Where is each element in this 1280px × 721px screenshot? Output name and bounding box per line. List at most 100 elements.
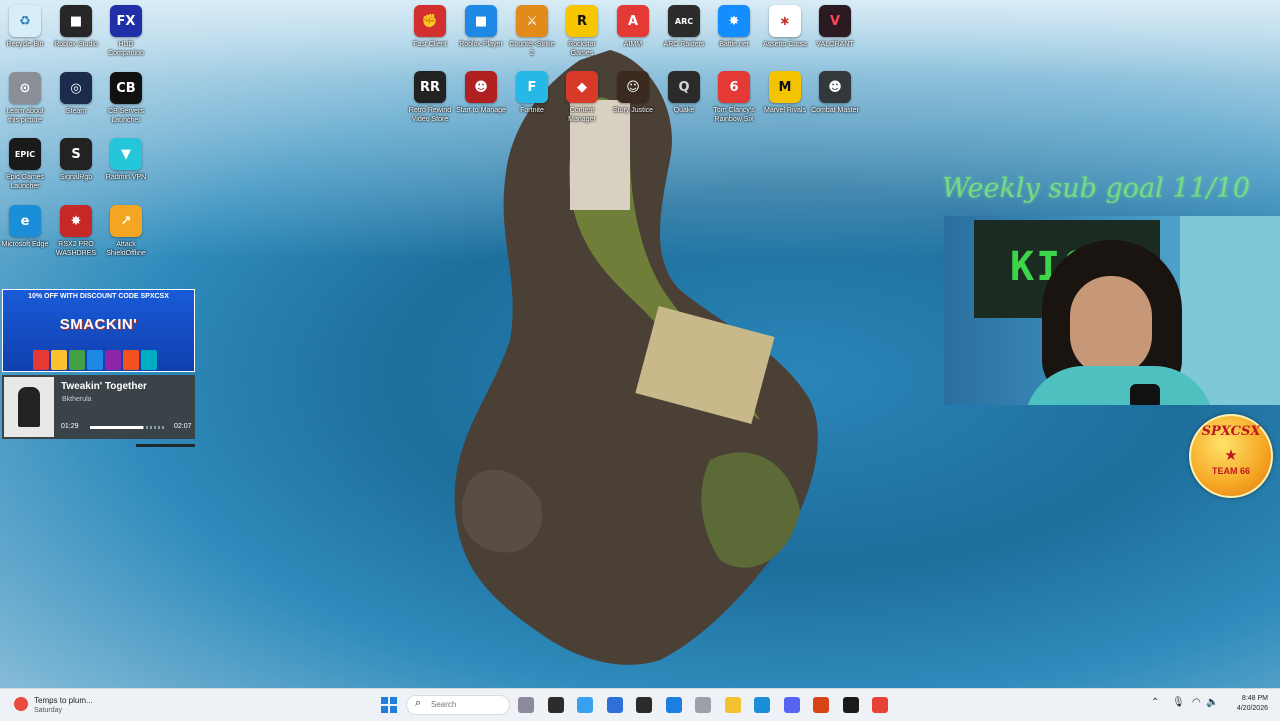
weather-text: Temps to plum... (34, 696, 93, 705)
album-art (4, 377, 54, 437)
radmin-vpn-icon: ▼ (110, 138, 142, 170)
desktop-icon-fast-client[interactable]: ✊ Fast Client (405, 5, 455, 49)
desktop-icon-roblox-studio[interactable]: ■ Roblox Studio (51, 5, 101, 49)
discord-icon[interactable] (783, 697, 800, 713)
desktop-icon-rainbow-six[interactable]: 6 Tom Clancy's Rainbow Six (709, 71, 759, 124)
epic-games-icon: EPIC (9, 138, 41, 170)
aimm-icon: A (617, 5, 649, 37)
desktop-icon-rockstar[interactable]: R Rockstar Games (557, 5, 607, 58)
desktop-icon-arc-raiders[interactable]: ARC ARC Raiders (659, 5, 709, 49)
marvel-rivals-icon: M (769, 71, 801, 103)
desktop-icon-attack-shield[interactable]: ↗ Attack ShieldOffline (101, 205, 151, 258)
app-icon[interactable] (636, 697, 652, 713)
desktop-icon-hud-companion[interactable]: FX HUD Companion (101, 5, 151, 58)
weather-icon (14, 697, 28, 711)
progress-fill (90, 426, 144, 429)
retro-rewind-icon: RR (414, 71, 446, 103)
badge-team: TEAM 66 (1211, 466, 1250, 476)
rockstar-icon: R (566, 5, 598, 37)
total-time: 02:07 (174, 423, 192, 430)
chrome-icon[interactable] (872, 697, 888, 713)
widget-underbar (136, 444, 195, 447)
start-button[interactable] (381, 697, 397, 713)
team-badge: SPXCSX ★ TEAM 66 (1189, 414, 1273, 498)
desktop-icon-battle-net[interactable]: ✸ Battle.net (709, 5, 759, 49)
desktop-icon-steam[interactable]: ◎ Steam (51, 72, 101, 116)
roblox-player-icon: ■ (465, 5, 497, 37)
clock[interactable]: 8:48 PM 4/20/2026 (1224, 694, 1268, 714)
roblox-studio-icon: ■ (60, 5, 92, 37)
clock-time: 8:48 PM (1241, 695, 1268, 702)
weather-subtext: Saturday (34, 707, 63, 714)
start-manage-icon: ☻ (465, 71, 497, 103)
webcam-feed: KICK (944, 216, 1280, 405)
desktop-icon-quake[interactable]: Q Quake (659, 71, 709, 115)
room-door (1180, 216, 1280, 405)
search-placeholder: Search (431, 700, 457, 709)
fortnite-icon: F (516, 71, 548, 103)
epic-taskbar-icon[interactable] (842, 697, 859, 713)
desktop-icon-learn-about-picture[interactable]: ⊙ Learn about this picture (0, 72, 50, 125)
now-playing-widget: Tweakin' Together Bktherula 01:29 02:07 (2, 375, 195, 439)
star-icon: ★ (1224, 447, 1238, 464)
microphone-tray-icon[interactable]: 🎙 (1172, 697, 1185, 708)
quake-icon: Q (668, 71, 700, 103)
desktop-icon-assetto-corsa[interactable]: ∗ Assetto Corsa (760, 5, 810, 49)
task-view-icon[interactable] (518, 697, 534, 713)
store-icon[interactable] (606, 697, 623, 713)
taskbar-search[interactable]: ⌕ Search (406, 695, 510, 715)
battle-net-icon: ✸ (718, 5, 750, 37)
promo-discount-text: 10% OFF WITH DISCOUNT CODE SPXCSX (28, 293, 169, 300)
desktop-icon-content-manager[interactable]: ◆ Content Manager (557, 71, 607, 124)
desktop-icon-signalrgb[interactable]: S SignalRgb (51, 138, 101, 182)
badge-name: SPXCSX (1201, 424, 1261, 439)
desktop-icon-radmin-vpn[interactable]: ▼ Radmin VPN (101, 138, 151, 182)
clock-date: 4/20/2026 (1236, 705, 1268, 712)
desktop-icon-recycle-bin[interactable]: ♻ Recycle Bin (0, 5, 50, 49)
content-manager-icon: ◆ (566, 71, 598, 103)
recycle-bin-icon: ♻ (9, 5, 41, 37)
edge-taskbar-icon[interactable] (754, 697, 770, 713)
widgets-icon[interactable] (547, 697, 564, 713)
mail-icon[interactable] (665, 697, 682, 713)
wifi-icon[interactable]: ◠ (1192, 697, 1201, 708)
desktop-icon-rsx[interactable]: ✸ RSX2 PRO WASHDRES (51, 205, 101, 258)
desktop-icon-combat-master[interactable]: ☻ Combat Master (810, 71, 860, 115)
track-artist: Bktherula (62, 396, 92, 403)
volume-icon[interactable]: 🔈 (1206, 697, 1218, 708)
track-title: Tweakin' Together (61, 381, 147, 392)
windows-logo-icon (381, 697, 388, 704)
sponsor-promo: 10% OFF WITH DISCOUNT CODE SPXCSX SMACKI… (2, 289, 195, 372)
copilot-icon[interactable] (577, 697, 593, 713)
counter-strike-icon: ⚔ (516, 5, 548, 37)
shield-icon[interactable] (695, 697, 711, 713)
desktop-icon-aimm[interactable]: A AIMM (608, 5, 658, 49)
chevron-up-icon[interactable]: ⌃ (1151, 697, 1159, 708)
hud-companion-icon: FX (110, 5, 142, 37)
desktop-icon-retro-rewind[interactable]: RR Retro Rewind Video Store (405, 71, 455, 124)
desktop-icon-counter-strike[interactable]: ⚔ Counter-Strike 2 (507, 5, 557, 58)
attack-shield-icon: ↗ (110, 205, 142, 237)
recorder-icon[interactable] (813, 697, 829, 713)
desktop-icon-marvel-rivals[interactable]: M Marvel Rivals (760, 71, 810, 115)
desktop: ♻ Recycle Bin ■ Roblox Studio FX HUD Com… (0, 0, 1280, 688)
desktop-icon-start-manage[interactable]: ☻ Start to Manage (456, 71, 506, 115)
desktop-icon-cb-launcher[interactable]: CB CB Servers Launcher (101, 72, 151, 125)
rainbow-six-icon: 6 (718, 71, 750, 103)
file-explorer-icon[interactable] (724, 697, 741, 713)
promo-products (33, 350, 157, 370)
desktop-icon-valorant[interactable]: V VALORANT (810, 5, 860, 49)
streamer-face (1070, 276, 1152, 376)
desktop-icon-story-justice[interactable]: ☺ Story Justice (608, 71, 658, 115)
sub-goal-text: Weekly sub goal 11/10 (942, 173, 1251, 204)
desktop-icon-edge[interactable]: e Microsoft Edge (0, 205, 50, 249)
desktop-icon-epic-games[interactable]: EPIC Epic Games Launcher (0, 138, 50, 191)
combat-master-icon: ☻ (819, 71, 851, 103)
signalrgb-icon: S (60, 138, 92, 170)
island-wallpaper (454, 50, 818, 665)
desktop-icon-roblox-player[interactable]: ■ Roblox Player (456, 5, 506, 49)
fast-client-icon: ✊ (414, 5, 446, 37)
desktop-icon-fortnite[interactable]: F Fortnite (507, 71, 557, 115)
cb-launcher-icon: CB (110, 72, 142, 104)
assetto-corsa-icon: ∗ (769, 5, 801, 37)
